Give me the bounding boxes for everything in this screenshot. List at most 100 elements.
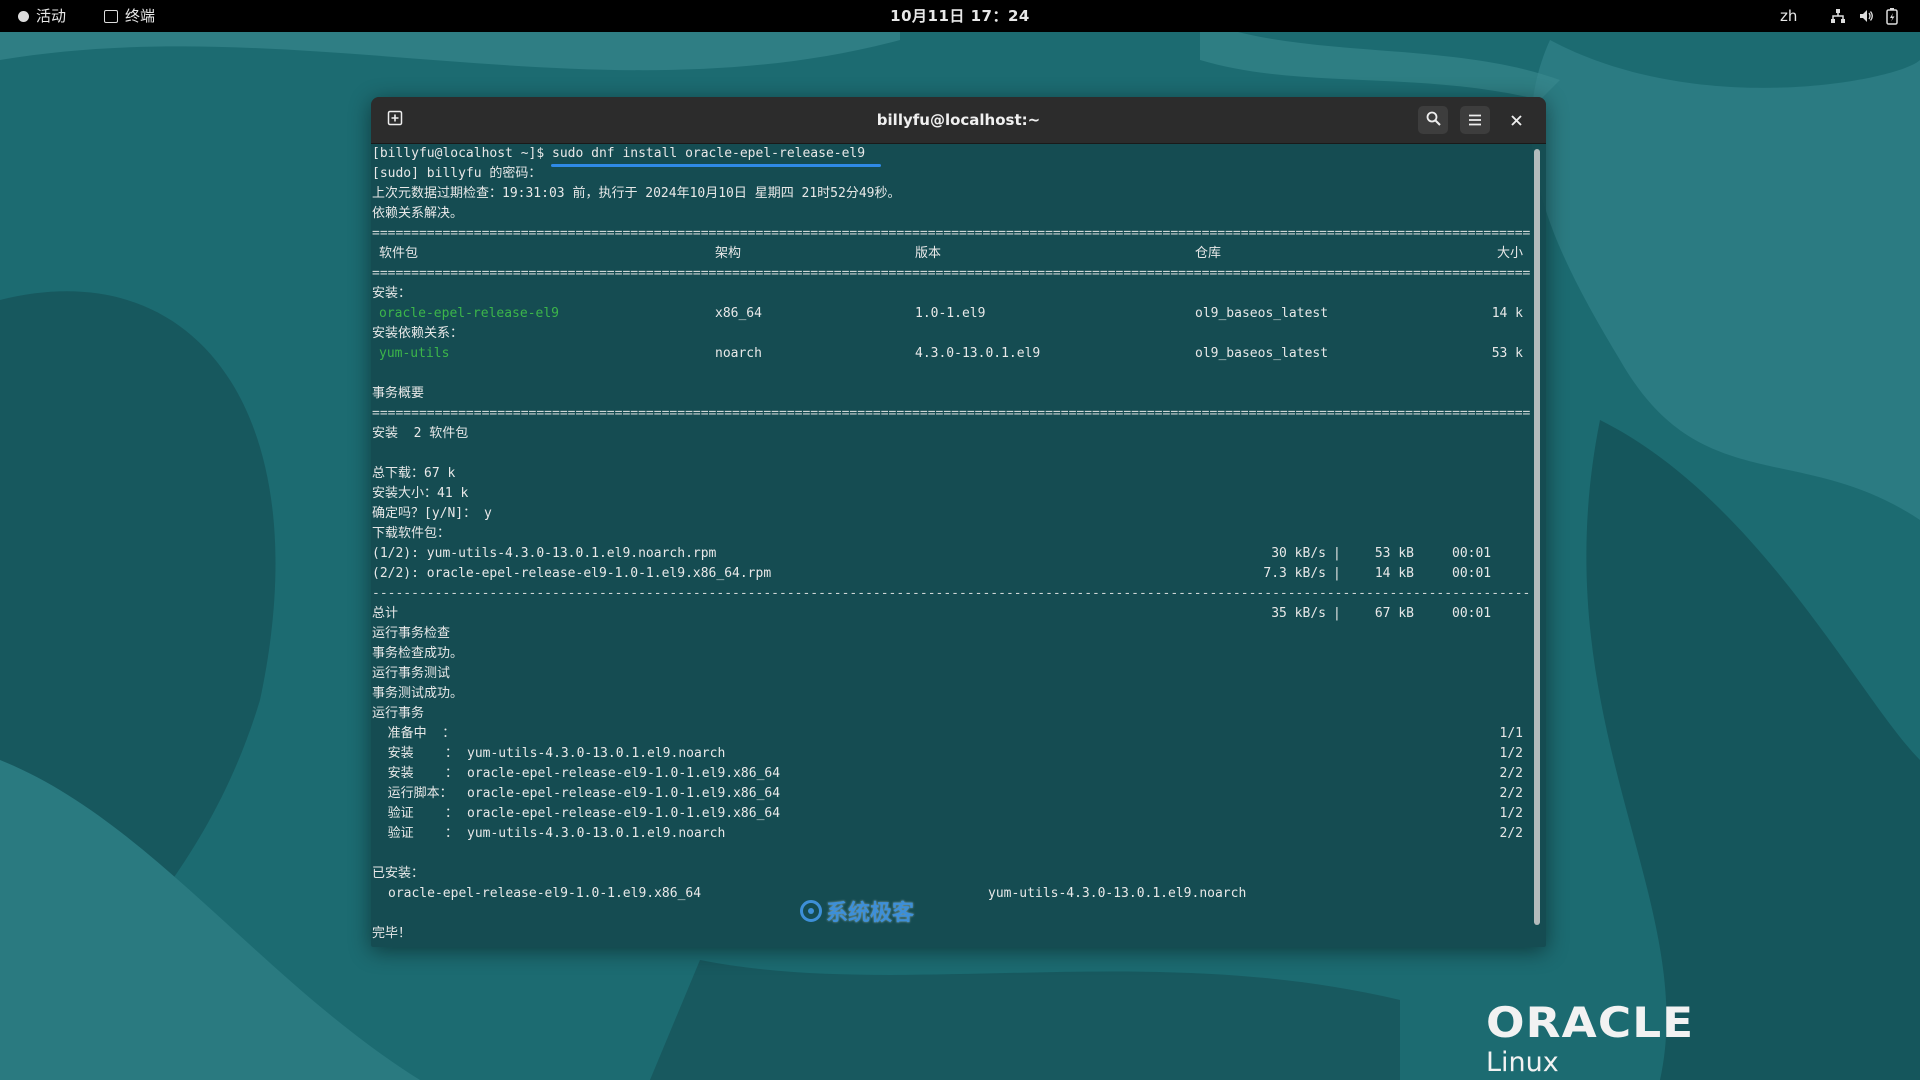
- download-speed: 30 kB/s: [1271, 546, 1326, 561]
- download-time: 00:01: [1452, 566, 1492, 581]
- download-divider: |: [1333, 546, 1341, 561]
- clock-label: 10月11日 17：24: [890, 7, 1030, 25]
- total-time: 00:01: [1452, 606, 1492, 621]
- package-name: yum-utils: [379, 346, 450, 361]
- header-arch: 架构: [715, 246, 742, 261]
- action-label: 验证 ：: [372, 826, 458, 841]
- oracle-linux-logo: ORACLE Linux: [1486, 1002, 1693, 1078]
- watermark-text: 系统极客: [826, 901, 915, 926]
- action-count: 1/1: [1499, 726, 1523, 741]
- separator-line: ========================================…: [372, 266, 1530, 281]
- new-tab-icon: [387, 110, 403, 130]
- action-count: 2/2: [1499, 786, 1523, 801]
- oracle-wordmark: ORACLE: [1486, 998, 1695, 1047]
- download-size: 14 kB: [1374, 566, 1414, 581]
- total-label: 总计: [372, 606, 399, 621]
- hamburger-icon: [1468, 111, 1482, 130]
- action-label: 准备中 ：: [372, 726, 456, 741]
- action-count: 2/2: [1499, 766, 1523, 781]
- scrollbar[interactable]: [1534, 149, 1540, 925]
- download-speed: 7.3 kB/s: [1263, 566, 1326, 581]
- done-line: 完毕！: [372, 926, 412, 941]
- install-count: 安装 2 软件包: [372, 426, 469, 441]
- step-line: 运行事务测试: [372, 666, 451, 681]
- action-item: yum-utils-4.3.0-13.0.1.el9.noarch: [467, 746, 726, 761]
- action-item: yum-utils-4.3.0-13.0.1.el9.noarch: [467, 826, 726, 841]
- download-divider: |: [1333, 566, 1341, 581]
- package-repo: ol9_baseos_latest: [1195, 346, 1329, 361]
- step-line: 运行事务: [372, 706, 425, 721]
- action-item: oracle-epel-release-el9-1.0-1.el9.x86_64: [467, 766, 781, 781]
- package-version: 4.3.0-13.0.1.el9: [915, 346, 1041, 361]
- downloading-label: 下载软件包：: [372, 526, 451, 541]
- volume-icon: [1858, 8, 1874, 24]
- action-label: 运行脚本：: [372, 786, 453, 801]
- step-line: 运行事务检查: [372, 626, 451, 641]
- action-item: oracle-epel-release-el9-1.0-1.el9.x86_64: [467, 806, 781, 821]
- header-version: 版本: [915, 246, 942, 261]
- download-time: 00:01: [1452, 546, 1492, 561]
- metadata-line: 上次元数据过期检查：19:31:03 前，执行于 2024年10月10日 星期四…: [372, 186, 901, 201]
- search-button[interactable]: [1418, 106, 1448, 134]
- separator-line: ========================================…: [372, 406, 1530, 421]
- system-menu-button[interactable]: [1830, 0, 1898, 32]
- top-bar: 活动 终端 10月11日 17：24 zh: [0, 0, 1920, 32]
- clock-button[interactable]: 10月11日 17：24: [0, 0, 1920, 32]
- package-size: 14 k: [1491, 306, 1523, 321]
- deps-resolved-line: 依赖关系解决。: [372, 206, 464, 221]
- total-size: 67 kB: [1374, 606, 1414, 621]
- search-icon: [1426, 111, 1441, 130]
- confirm-prompt: 确定吗？[y/N]： y: [372, 506, 492, 521]
- header-repo: 仓库: [1195, 246, 1222, 261]
- menu-button[interactable]: [1460, 106, 1490, 134]
- action-count: 2/2: [1499, 826, 1523, 841]
- action-label: 安装 ：: [372, 746, 458, 761]
- close-button[interactable]: [1501, 106, 1531, 134]
- package-arch: noarch: [715, 346, 762, 361]
- package-name: oracle-epel-release-el9: [379, 306, 560, 321]
- command-highlight: [551, 164, 881, 167]
- package-arch: x86_64: [715, 306, 762, 321]
- input-language-button[interactable]: zh: [1780, 0, 1797, 32]
- sudo-prompt: [sudo] billyfu 的密码：: [372, 166, 542, 181]
- step-line: 事务检查成功。: [372, 646, 464, 661]
- separator-line: ========================================…: [372, 226, 1530, 241]
- action-count: 1/2: [1499, 746, 1523, 761]
- package-version: 1.0-1.el9: [915, 306, 986, 321]
- network-icon: [1830, 8, 1846, 24]
- total-speed: 35 kB/s: [1271, 606, 1326, 621]
- summary-label: 事务概要: [372, 386, 425, 401]
- separator-line: ----------------------------------------…: [372, 586, 1530, 601]
- package-size: 53 k: [1491, 346, 1523, 361]
- language-label: zh: [1780, 7, 1798, 25]
- download-divider: |: [1333, 606, 1341, 621]
- window-header[interactable]: billyfu@localhost:~: [371, 97, 1546, 144]
- action-count: 1/2: [1499, 806, 1523, 821]
- installed-label: 已安装：: [372, 866, 425, 881]
- install-size: 安装大小：41 k: [372, 486, 469, 501]
- download-name: (1/2): yum-utils-4.3.0-13.0.1.el9.noarch…: [372, 546, 717, 561]
- battery-icon: [1886, 7, 1898, 25]
- deps-section-label: 安装依赖关系：: [372, 326, 464, 341]
- installed-package: yum-utils-4.3.0-13.0.1.el9.noarch: [988, 886, 1247, 901]
- step-line: 事务测试成功。: [372, 686, 464, 701]
- window-title: billyfu@localhost:~: [876, 111, 1041, 129]
- download-name: (2/2): oracle-epel-release-el9-1.0-1.el9…: [372, 566, 772, 581]
- prompt-line: [billyfu@localhost ~]$ sudo dnf install …: [372, 146, 866, 161]
- action-label: 安装 ：: [372, 766, 458, 781]
- action-item: oracle-epel-release-el9-1.0-1.el9.x86_64: [467, 786, 781, 801]
- action-label: 验证 ：: [372, 806, 458, 821]
- terminal-window[interactable]: billyfu@localhost:~ [billyfu@localhost ~…: [371, 97, 1546, 947]
- watermark-logo-icon: [800, 900, 822, 922]
- close-icon: [1510, 111, 1522, 130]
- linux-wordmark: Linux: [1486, 1047, 1559, 1078]
- installed-package: oracle-epel-release-el9-1.0-1.el9.x86_64: [388, 886, 702, 901]
- download-size: 53 kB: [1374, 546, 1414, 561]
- new-tab-button[interactable]: [380, 106, 410, 134]
- package-repo: ol9_baseos_latest: [1195, 306, 1329, 321]
- total-download: 总下载：67 k: [372, 466, 456, 481]
- terminal-output[interactable]: [billyfu@localhost ~]$ sudo dnf install …: [371, 144, 1531, 947]
- header-size: 大小: [1496, 246, 1523, 261]
- watermark: 系统极客: [800, 895, 914, 927]
- header-package: 软件包: [379, 246, 419, 261]
